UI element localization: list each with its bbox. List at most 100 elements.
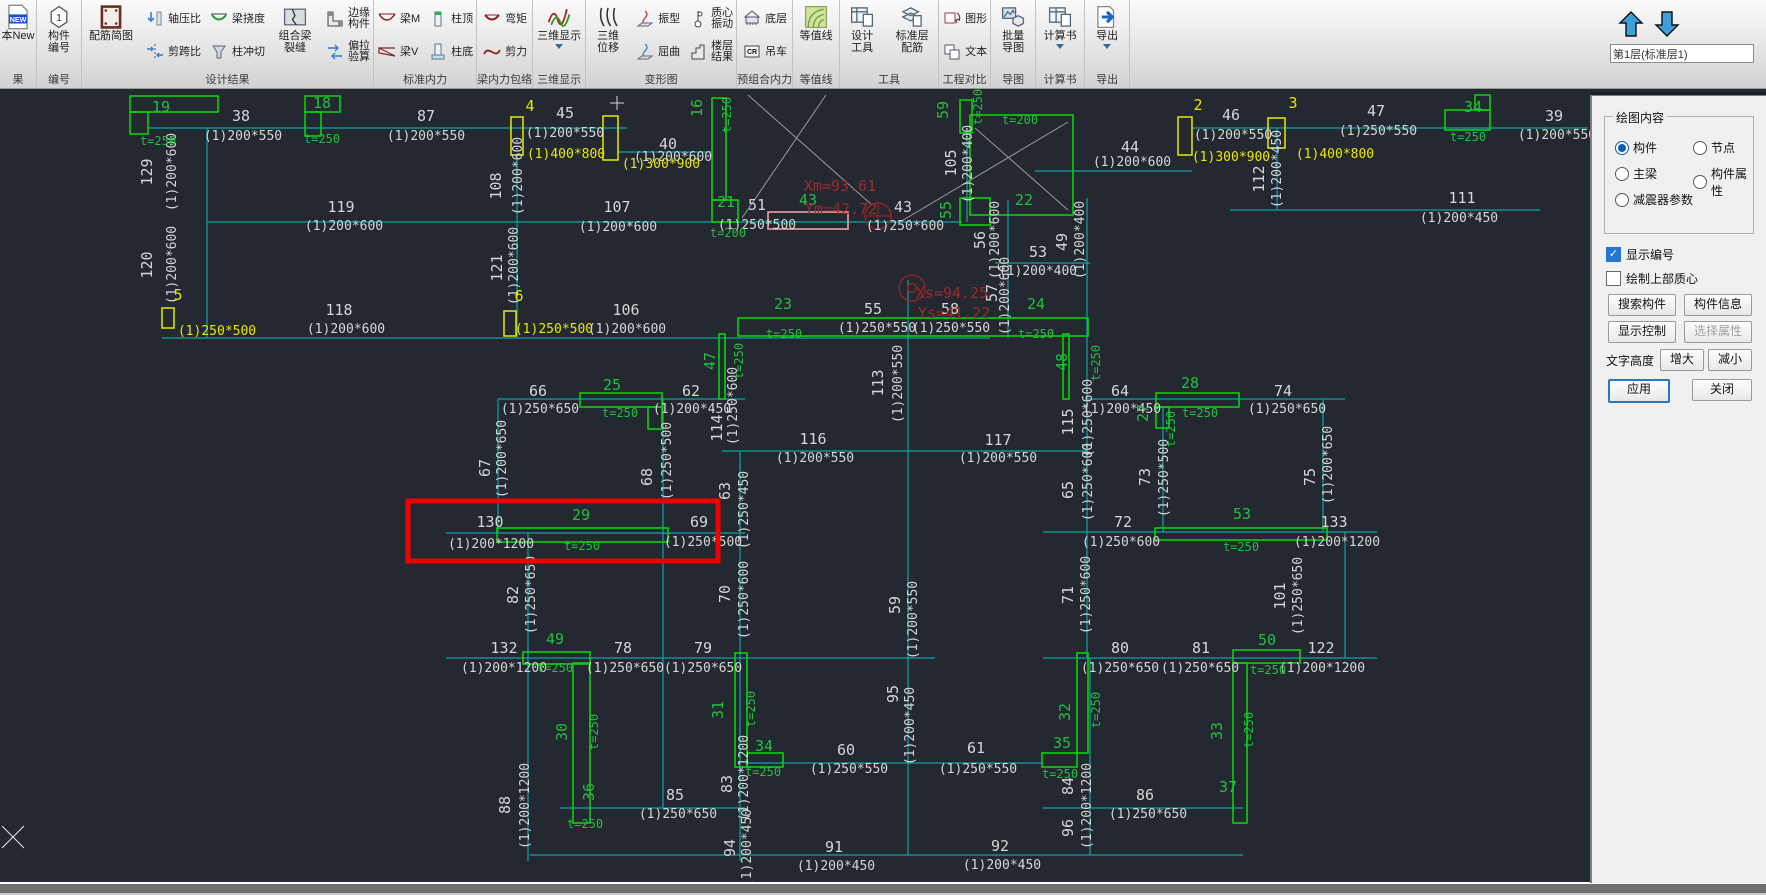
radio-构件属性[interactable]: 构件属性 (1693, 165, 1753, 199)
cad-label[interactable]: t=250 (564, 539, 600, 553)
cad-label[interactable]: (1)250*650 (639, 807, 717, 822)
cad-label[interactable]: t=250 (1242, 712, 1256, 748)
cad-label[interactable]: (1)400*800 (527, 147, 605, 162)
cad-label[interactable]: (1)250*600 (866, 219, 944, 234)
cad-label[interactable]: 53 (1029, 243, 1047, 261)
cad-label[interactable]: t=250 (1164, 411, 1178, 447)
ribbon-button-梁V[interactable]: 梁V (374, 36, 423, 68)
cad-label[interactable]: (1)200*450 (1270, 130, 1285, 208)
decrease-button[interactable]: 减小 (1708, 349, 1752, 371)
cad-label[interactable]: 65 (1059, 481, 1077, 499)
cad-label[interactable]: 116 (799, 430, 826, 448)
cad-label[interactable]: t=250 (304, 132, 340, 146)
ribbon-button-三维位移[interactable]: 三维 位移 (586, 3, 630, 55)
cad-label[interactable]: (1)200*450 (963, 858, 1041, 873)
ribbon-button-梁挠度[interactable]: 梁挠度 (206, 3, 268, 35)
cad-label[interactable]: t=250 (1182, 406, 1218, 420)
cad-label[interactable]: 35 (1053, 734, 1071, 752)
cad-label[interactable]: 55 (937, 201, 955, 219)
cad-label[interactable]: 50 (1258, 631, 1276, 649)
cad-label[interactable]: 49 (1053, 233, 1071, 251)
ribbon-button-等值线[interactable]: 等值线 (793, 3, 839, 43)
cad-label[interactable]: Xs=94.25 (916, 284, 988, 302)
cad-label[interactable]: (1)250*650 (1248, 402, 1326, 417)
cad-label[interactable]: (1)200*550 (387, 129, 465, 144)
cad-label[interactable]: (1)250*600 (1081, 443, 1096, 521)
cad-label[interactable]: 32 (1056, 703, 1074, 721)
cad-label[interactable]: t=250 (587, 714, 601, 750)
cad-label[interactable]: 106 (612, 301, 639, 319)
cad-label[interactable]: 25 (603, 376, 621, 394)
cad-label[interactable]: (1)250*650 (1161, 661, 1239, 676)
ribbon-button-梁M[interactable]: 梁M (374, 3, 423, 35)
cad-label[interactable]: (1)250*600 (737, 561, 752, 639)
radio-构件[interactable]: 构件 (1615, 139, 1657, 156)
cad-label[interactable]: 130 (476, 513, 503, 531)
ribbon-button-配筋简图[interactable]: 配筋简图 (82, 3, 140, 43)
cad-label[interactable]: (1)250*600 (1082, 535, 1160, 550)
cad-label[interactable]: 44 (1121, 138, 1139, 156)
cad-label[interactable]: 108 (487, 172, 505, 199)
cad-label[interactable]: (1)250*500 (1157, 439, 1172, 517)
ribbon-button-质心振动[interactable]: 质心 振动 (685, 3, 736, 35)
cad-label[interactable]: (1)250*650 (1291, 557, 1306, 635)
cad-label[interactable]: (1)200*400 (1073, 201, 1088, 279)
cad-label[interactable]: 60 (837, 741, 855, 759)
cad-label[interactable]: (1)200*550 (906, 581, 921, 659)
cad-label[interactable]: 132 (490, 639, 517, 657)
ribbon-button-剪跨比[interactable]: 剪跨比 (142, 36, 204, 68)
cad-label[interactable]: 120 (138, 251, 156, 278)
ribbon-button-吊车[interactable]: CR 吊车 (739, 36, 790, 68)
cad-label[interactable]: (1)200*1200 (1294, 535, 1380, 550)
cad-label[interactable]: 22 (1015, 191, 1033, 209)
cad-label[interactable]: t=200 (710, 226, 746, 240)
cad-label[interactable]: (1)250*650 (524, 556, 539, 634)
cad-label[interactable]: 34 (1464, 98, 1482, 116)
cad-label[interactable]: 48 (1053, 353, 1071, 371)
ribbon-button-剪力[interactable]: 剪力 (479, 36, 530, 68)
cad-label[interactable]: t=250 (720, 97, 734, 133)
radio-减震器参数[interactable]: 减震器参数 (1615, 191, 1693, 208)
cad-label[interactable]: 86 (1136, 786, 1154, 804)
cad-label[interactable]: (1)200*1200 (1279, 661, 1365, 676)
cad-label[interactable]: 81 (1192, 639, 1210, 657)
cad-label[interactable]: 59 (886, 596, 904, 614)
member-info-button[interactable]: 构件信息 (1684, 294, 1752, 316)
cad-label[interactable]: (1)200*550 (1194, 128, 1272, 143)
cad-label[interactable]: (1)250*500 (664, 535, 742, 550)
cad-label[interactable]: t=250 (745, 765, 781, 779)
dropdown-arrow-icon[interactable] (1056, 44, 1065, 49)
ribbon-button-导出[interactable]: 导出 (1085, 3, 1129, 50)
cad-label[interactable]: t=250 (537, 661, 573, 675)
cad-label[interactable]: 30 (553, 723, 571, 741)
cad-label[interactable]: 111 (1448, 189, 1475, 207)
cad-label[interactable]: 3 (1288, 94, 1297, 112)
cad-label[interactable]: 24 (1027, 295, 1045, 313)
cad-label[interactable]: 16 (688, 99, 706, 117)
cad-label[interactable]: 105 (942, 149, 960, 176)
cad-label[interactable]: 67 (476, 459, 494, 477)
cad-label[interactable]: (1)250*650 (1081, 661, 1159, 676)
cad-label[interactable]: 94 (721, 839, 739, 857)
cad-label[interactable]: 112 (1250, 165, 1268, 192)
cad-label[interactable]: (1)200*650 (1321, 426, 1336, 504)
cad-label[interactable]: 28 (1181, 374, 1199, 392)
ribbon-button-边缘构件[interactable]: 边缘 构件 (322, 3, 373, 35)
cad-label[interactable]: 115 (1059, 408, 1077, 435)
cad-label[interactable]: 64 (1111, 382, 1129, 400)
increase-button[interactable]: 增大 (1660, 349, 1704, 371)
cad-label[interactable]: 2 (1193, 96, 1202, 114)
ribbon-button-偏拉验算[interactable]: 偏拉 验算 (322, 36, 373, 68)
cad-label[interactable]: t=250 (971, 89, 985, 125)
cad-label[interactable]: 31 (709, 701, 727, 719)
cad-label[interactable]: t=250 (744, 691, 758, 727)
cad-label[interactable]: (1)250*600 (1079, 556, 1094, 634)
cad-label[interactable]: (1)250*550 (939, 762, 1017, 777)
cad-label[interactable]: 118 (325, 301, 352, 319)
cad-label[interactable]: (1)200*450 (797, 859, 875, 874)
cad-label[interactable]: (1)200*550 (891, 345, 906, 423)
search-member-button[interactable]: 搜索构件 (1608, 294, 1676, 316)
apply-button[interactable]: 应用 (1608, 379, 1670, 403)
cad-label[interactable]: (1)200*1200 (461, 661, 547, 676)
cad-label[interactable]: 133 (1320, 513, 1347, 531)
